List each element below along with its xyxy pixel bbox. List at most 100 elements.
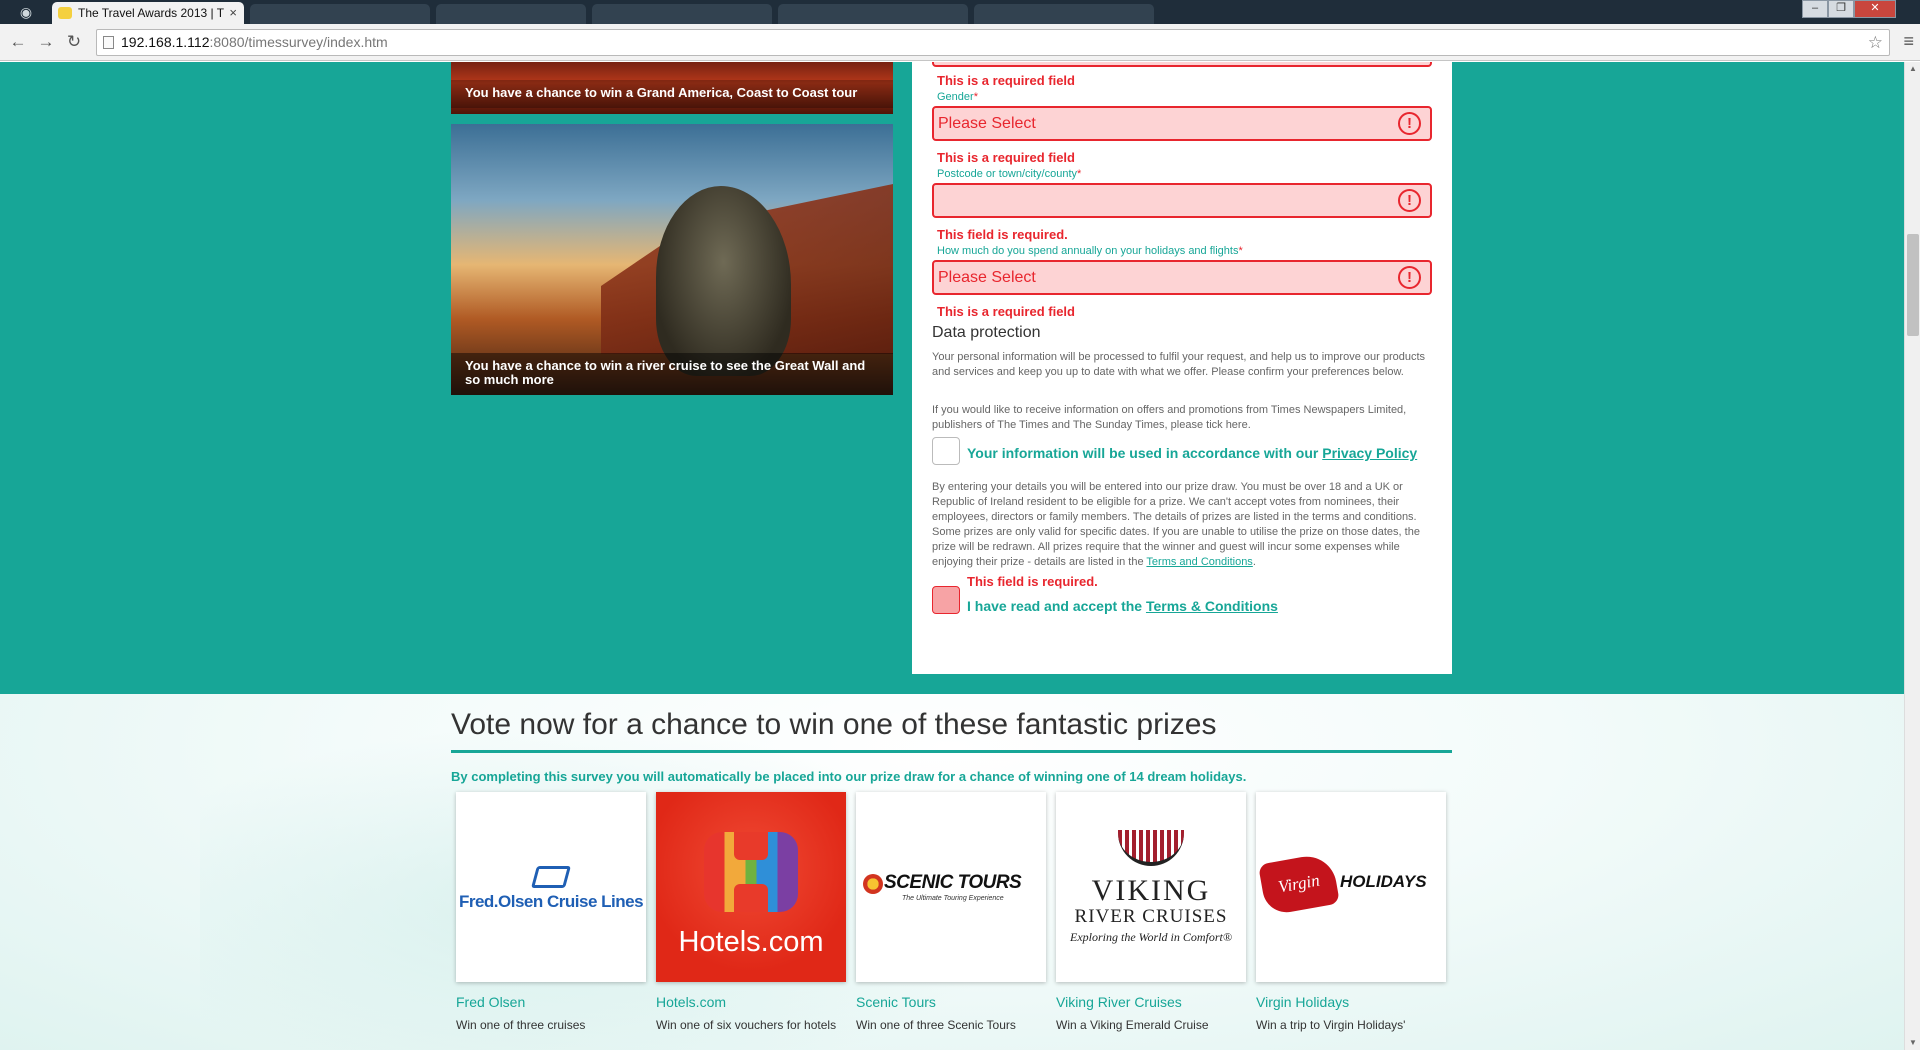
prize-card[interactable]: Fred.Olsen Cruise Lines Fred Olsen Win o… — [456, 792, 646, 1032]
browser-profile-icon[interactable]: ◉ — [6, 2, 46, 22]
spend-error: This is a required field — [937, 304, 1075, 319]
prize-description: Win one of three cruises — [456, 1018, 586, 1032]
hotels-com-logo[interactable]: Hotels.com — [656, 792, 846, 982]
prize-name[interactable]: Scenic Tours — [856, 994, 1046, 1010]
offers-text: If you would like to receive information… — [932, 404, 1407, 431]
gender-select-value: Please Select — [938, 115, 1036, 132]
browser-tab-inactive[interactable] — [436, 4, 586, 24]
scroll-down-arrow-icon[interactable]: ▼ — [1905, 1036, 1920, 1050]
browser-tab-active[interactable]: The Travel Awards 2013 | T × — [52, 2, 244, 24]
privacy-checkbox[interactable] — [932, 437, 960, 465]
prize-description: Win a trip to Virgin Holidays' — [1256, 1018, 1406, 1032]
alert-icon: ! — [1398, 189, 1421, 212]
browser-tab-inactive[interactable] — [974, 4, 1154, 24]
browser-toolbar: ← → ↻ 192.168.1.112:8080/timessurvey/ind… — [0, 24, 1920, 61]
terms-link[interactable]: Terms and Conditions — [1146, 556, 1252, 568]
minimize-button[interactable]: – — [1802, 0, 1828, 18]
logo-text: SCENIC TOURS — [884, 872, 1022, 893]
prize-name[interactable]: Hotels.com — [656, 994, 846, 1010]
privacy-policy-link[interactable]: Privacy Policy — [1322, 445, 1417, 461]
prize-description: Win one of three Scenic Tours — [856, 1018, 1016, 1032]
terms-error: This field is required. — [967, 574, 1098, 589]
maximize-button[interactable]: ❐ — [1828, 0, 1854, 18]
tab-favicon-icon — [58, 7, 72, 19]
prize-card[interactable]: Hotels.com Hotels.com Win one of six vou… — [656, 792, 846, 1032]
promo-great-wall: You have a chance to win a river cruise … — [451, 124, 893, 395]
browser-tabstrip: ◉ The Travel Awards 2013 | T × – ❐ ✕ — [0, 0, 1920, 24]
prize-card[interactable]: Virgin HOLIDAYS Virgin Holidays Win a tr… — [1256, 792, 1446, 1032]
forward-arrow-icon[interactable]: → — [34, 30, 58, 54]
gender-select[interactable]: Please Select ! — [932, 106, 1432, 141]
terms-conditions-link[interactable]: Terms & Conditions — [1146, 598, 1278, 614]
logo-text: HOLIDAYS — [1340, 872, 1427, 891]
gender-label: Gender* — [937, 91, 978, 103]
browser-menu-icon[interactable]: ≡ — [1903, 31, 1914, 52]
back-arrow-icon[interactable]: ← — [6, 30, 30, 54]
spend-select-value: Please Select — [938, 269, 1036, 286]
url-path: :8080/timessurvey/index.htm — [209, 34, 388, 50]
prizes-section: Vote now for a chance to win one of thes… — [0, 694, 1904, 1050]
prize-card[interactable]: SCENIC TOURS The Ultimate Touring Experi… — [856, 792, 1046, 1032]
lion-statue-image — [656, 186, 791, 376]
survey-section: You have a chance to win a Grand America… — [0, 62, 1904, 694]
fred-olsen-logo[interactable]: Fred.Olsen Cruise Lines — [456, 792, 646, 982]
virgin-badge: Virgin — [1258, 851, 1340, 917]
page-scrollbar[interactable]: ▲ ▼ — [1904, 62, 1920, 1050]
prizes-intro: By completing this survey you will autom… — [451, 769, 1247, 784]
window-close-button[interactable]: ✕ — [1854, 0, 1896, 18]
promo-caption: You have a chance to win a Grand America… — [451, 80, 893, 108]
logo-tagline: Exploring the World in Comfort® — [1069, 930, 1232, 944]
prize-description: Win one of six vouchers for hotels — [656, 1018, 837, 1032]
alert-icon: ! — [1398, 112, 1421, 135]
terms-accept-label: I have read and accept the Terms & Condi… — [967, 598, 1278, 614]
prize-name[interactable]: Virgin Holidays — [1256, 994, 1446, 1010]
url-host: 192.168.1.112 — [121, 34, 210, 50]
window-controls: – ❐ ✕ — [1802, 0, 1896, 18]
scroll-up-arrow-icon[interactable]: ▲ — [1905, 62, 1920, 76]
spend-select[interactable]: Please Select ! — [932, 260, 1432, 295]
prizes-heading: Vote now for a chance to win one of thes… — [451, 708, 1217, 741]
scenic-tours-logo[interactable]: SCENIC TOURS The Ultimate Touring Experi… — [856, 792, 1046, 982]
survey-form: ! This is a required field Gender* Pleas… — [912, 62, 1452, 674]
page-icon — [103, 36, 114, 49]
promo-caption: You have a chance to win a river cruise … — [451, 353, 893, 395]
terms-checkbox[interactable] — [932, 586, 960, 614]
field-error: This is a required field — [937, 73, 1075, 88]
spend-label: How much do you spend annually on your h… — [937, 245, 1243, 257]
tab-close-icon[interactable]: × — [229, 2, 237, 24]
gender-error: This is a required field — [937, 150, 1075, 165]
address-bar[interactable]: 192.168.1.112:8080/timessurvey/index.htm… — [96, 29, 1890, 56]
alert-icon: ! — [1398, 266, 1421, 289]
prize-description: Win a Viking Emerald Cruise — [1056, 1018, 1209, 1032]
fred-olsen-mark-icon — [531, 866, 571, 888]
prize-name[interactable]: Viking River Cruises — [1056, 994, 1246, 1010]
privacy-label: Your information will be used in accorda… — [967, 445, 1418, 461]
bookmark-star-icon[interactable]: ☆ — [1868, 30, 1883, 55]
browser-tab-inactive[interactable] — [778, 4, 968, 24]
prize-draw-terms-text: By entering your details you will be ent… — [932, 481, 1420, 568]
tab-title: The Travel Awards 2013 | T — [78, 6, 225, 20]
prize-name[interactable]: Fred Olsen — [456, 994, 646, 1010]
heading-divider — [451, 750, 1452, 753]
data-protection-heading: Data protection — [932, 324, 1041, 341]
scrollbar-thumb[interactable] — [1907, 234, 1919, 336]
browser-tab-inactive[interactable] — [592, 4, 772, 24]
reload-icon[interactable]: ↻ — [62, 30, 86, 54]
logo-tagline: The Ultimate Touring Experience — [902, 895, 1004, 902]
page-viewport: You have a chance to win a Grand America… — [0, 62, 1904, 1050]
logo-text: Fred.Olsen Cruise Lines — [458, 892, 644, 911]
promo-america: You have a chance to win a Grand America… — [451, 62, 893, 114]
scenic-sun-icon — [863, 874, 883, 894]
logo-text-secondary: RIVER CRUISES — [1074, 906, 1228, 927]
postcode-label: Postcode or town/city/county* — [937, 168, 1082, 180]
viking-logo[interactable]: VIKING RIVER CRUISES Exploring the World… — [1056, 792, 1246, 982]
logo-text: VIKING — [1091, 874, 1211, 907]
previous-field-input[interactable]: ! — [932, 62, 1432, 67]
postcode-error: This field is required. — [937, 227, 1068, 242]
prize-card[interactable]: VIKING RIVER CRUISES Exploring the World… — [1056, 792, 1246, 1032]
virgin-holidays-logo[interactable]: Virgin HOLIDAYS — [1256, 792, 1446, 982]
browser-tab-inactive[interactable] — [250, 4, 430, 24]
postcode-input[interactable]: ! — [932, 183, 1432, 218]
logo-text: Hotels.com — [678, 926, 824, 958]
data-protection-text: Your personal information will be proces… — [932, 351, 1426, 378]
